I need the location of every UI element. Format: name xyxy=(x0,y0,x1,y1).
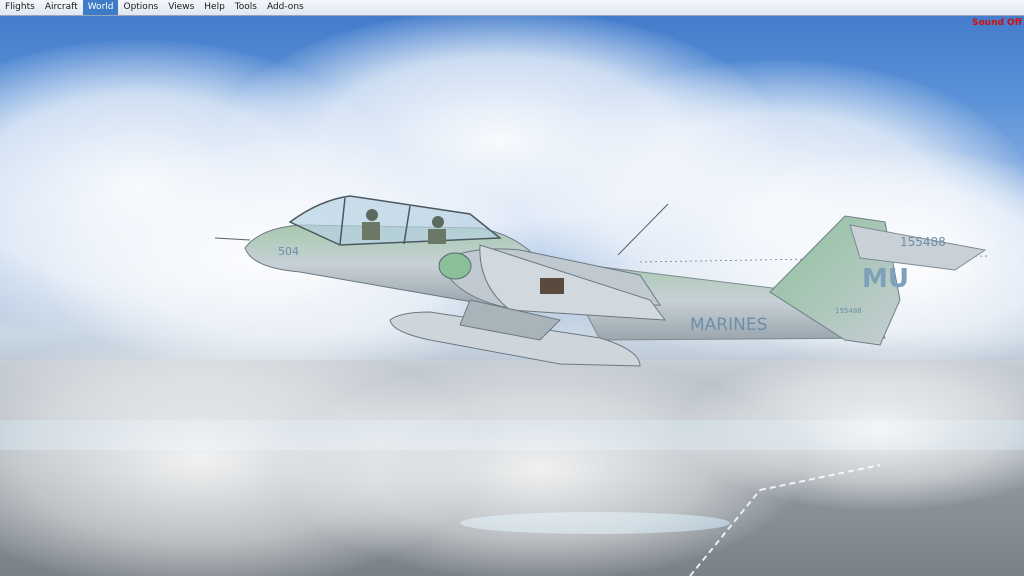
boom-serial-label: 155488 xyxy=(835,307,862,315)
menu-bar: Flights Aircraft World Options Views Hel… xyxy=(0,0,1024,16)
fuselage-marines-label: MARINES xyxy=(690,315,767,335)
menu-options[interactable]: Options xyxy=(118,0,163,15)
flight-sim-viewport[interactable]: 504 MARINES MU 155488 155488 Flights Air… xyxy=(0,0,1024,576)
menu-views[interactable]: Views xyxy=(163,0,199,15)
sound-status-indicator: Sound Off xyxy=(972,18,1022,28)
menu-tools[interactable]: Tools xyxy=(230,0,262,15)
ov10-bronco-aircraft-icon: 504 MARINES MU 155488 155488 xyxy=(214,195,991,367)
tail-code-label: MU xyxy=(862,264,909,294)
menu-add-ons[interactable]: Add-ons xyxy=(262,0,309,15)
menu-flights[interactable]: Flights xyxy=(0,0,40,15)
nose-number-label: 504 xyxy=(278,245,299,258)
tail-serial-label: 155488 xyxy=(900,235,946,249)
menu-world[interactable]: World xyxy=(82,0,119,15)
menu-help[interactable]: Help xyxy=(199,0,230,15)
menu-aircraft[interactable]: Aircraft xyxy=(40,0,83,15)
